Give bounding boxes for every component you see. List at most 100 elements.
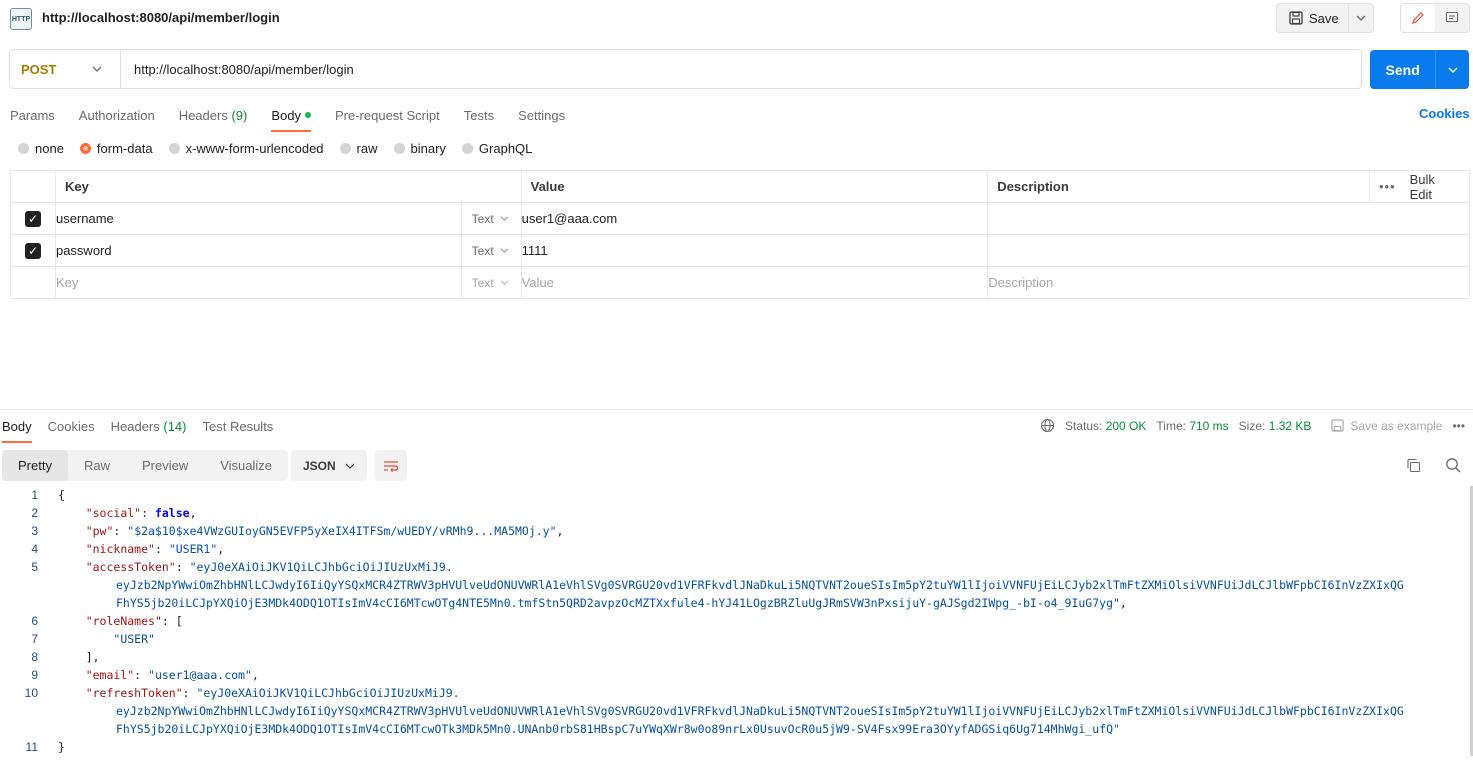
tab-params[interactable]: Params xyxy=(10,100,55,130)
tab-pre-request-script[interactable]: Pre-request Script xyxy=(335,100,440,130)
value-cell[interactable]: user1@aaa.com xyxy=(520,202,989,235)
response-divider[interactable] xyxy=(0,409,1473,410)
type-cell[interactable]: Text xyxy=(461,202,522,235)
row-checkbox[interactable]: ✓ xyxy=(24,210,41,227)
tab-tests[interactable]: Tests xyxy=(464,100,494,130)
edit-mode-button[interactable] xyxy=(1401,4,1435,32)
code-line: 7 "USER" xyxy=(0,630,1473,648)
response-tab-cookies[interactable]: Cookies xyxy=(48,412,95,440)
code-text: "social": false, xyxy=(58,504,197,522)
tab-settings[interactable]: Settings xyxy=(518,100,565,130)
row-checkbox[interactable]: ✓ xyxy=(24,242,41,259)
tab-label: Headers xyxy=(178,107,228,123)
value-input-placeholder[interactable]: Value xyxy=(520,266,989,299)
send-button[interactable]: Send xyxy=(1370,50,1435,89)
code-punct: , xyxy=(556,524,564,538)
value-cell[interactable]: 1111 xyxy=(520,234,989,267)
send-options-button[interactable] xyxy=(1435,50,1469,89)
bulk-edit-link[interactable]: Bulk Edit xyxy=(1410,172,1455,202)
type-cell[interactable]: Text xyxy=(460,234,522,267)
save-as-example-label: Save as example xyxy=(1350,418,1443,433)
line-number: 6 xyxy=(31,614,38,628)
line-number: 4 xyxy=(31,542,38,556)
chevron-down-icon xyxy=(500,280,508,285)
globe-icon[interactable] xyxy=(1040,418,1055,433)
json-value: "eyJ0eXAiOiJKV1QiLCJhbGciOiJIUzUxMiJ9. xyxy=(189,560,453,574)
documentation-mode-button[interactable] xyxy=(1435,4,1469,32)
save-as-example-button[interactable]: Save as example xyxy=(1331,419,1442,433)
json-key: "pw" xyxy=(85,524,114,538)
tab-headers[interactable]: Headers (9) xyxy=(179,100,248,130)
radio-binary[interactable]: binary xyxy=(393,141,446,156)
size-info[interactable]: Size: 1.32 KB xyxy=(1239,419,1312,433)
line-number: 1 xyxy=(31,488,38,502)
key-input-placeholder[interactable]: Key xyxy=(54,266,462,299)
http-request-icon: HTTP xyxy=(10,8,32,30)
method-select[interactable]: POST xyxy=(10,50,121,88)
code-text: "email": "user1@aaa.com", xyxy=(58,666,259,684)
view-raw[interactable]: Raw xyxy=(68,450,126,481)
tab-authorization[interactable]: Authorization xyxy=(79,100,155,130)
response-meta: Status: 200 OK Time: 710 ms Size: 1.32 K… xyxy=(1040,418,1465,433)
save-label: Save xyxy=(1309,10,1339,26)
tab-label: Body xyxy=(2,418,32,434)
wrap-lines-icon xyxy=(384,460,399,472)
line-number xyxy=(0,576,58,594)
radio-graphql[interactable]: GraphQL xyxy=(461,141,533,156)
view-pretty[interactable]: Pretty xyxy=(2,450,68,481)
json-value: FhYS5jb20iLCJpYXQiOjE3MDk4ODQ1OTIsImV4cC… xyxy=(116,722,1120,736)
search-icon[interactable] xyxy=(1445,457,1461,476)
description-cell[interactable] xyxy=(987,202,1470,235)
line-number: 2 xyxy=(31,506,38,520)
row-checkbox-cell: ✓ xyxy=(10,234,56,267)
response-body-code[interactable]: 1{2 "social": false, 3 "pw": "$2a$10$xe4V… xyxy=(0,486,1473,756)
url-input[interactable]: http://localhost:8080/api/member/login xyxy=(121,62,354,77)
code-line: 3 "pw": "$2a$10$xe4VWzGUIoyGN5EVFP5yXeIX… xyxy=(0,522,1473,540)
tab-body[interactable]: Body xyxy=(271,100,311,132)
line-number xyxy=(0,594,58,612)
radio-raw[interactable]: raw xyxy=(339,141,378,156)
more-options-icon[interactable]: ••• xyxy=(1379,179,1396,194)
response-tab-body[interactable]: Body xyxy=(2,412,32,443)
cookies-link[interactable]: Cookies xyxy=(1419,106,1470,121)
code-punct: : xyxy=(141,506,155,520)
url-bar: POST http://localhost:8080/api/member/lo… xyxy=(9,49,1362,89)
code-punct: : xyxy=(113,524,128,538)
view-visualize[interactable]: Visualize xyxy=(204,450,288,481)
description-input-placeholder[interactable]: Description xyxy=(987,266,1470,299)
radio-none[interactable]: none xyxy=(18,141,64,156)
radio-label: GraphQL xyxy=(478,141,533,156)
code-punct: } xyxy=(58,740,65,754)
view-preview[interactable]: Preview xyxy=(126,450,204,481)
time-info[interactable]: Time: 710 ms xyxy=(1156,419,1228,433)
request-title[interactable]: http://localhost:8080/api/member/login xyxy=(42,10,280,25)
code-line: eyJzb2NpYWwiOmZhbHNlLCJwdyI6IiQyYSQxMCR4… xyxy=(0,576,1473,594)
response-tab-test-results[interactable]: Test Results xyxy=(203,412,274,440)
format-select[interactable]: JSON xyxy=(291,450,367,481)
code-line: 6 "roleNames": [ xyxy=(0,612,1473,630)
copy-icon[interactable] xyxy=(1406,458,1421,476)
radio-x-www-form-urlencoded[interactable]: x-www-form-urlencoded xyxy=(168,141,324,156)
code-text: "roleNames": [ xyxy=(58,612,183,630)
key-cell[interactable]: username xyxy=(54,202,462,235)
table-row: ✓ username Text user1@aaa.com xyxy=(10,202,1470,235)
description-cell[interactable] xyxy=(987,234,1470,267)
wrap-lines-button[interactable] xyxy=(375,450,407,481)
response-tab-headers[interactable]: Headers (14) xyxy=(111,412,187,440)
code-line: 8 ], xyxy=(0,648,1473,666)
key-cell[interactable]: password xyxy=(54,234,462,267)
status-info[interactable]: Status: 200 OK xyxy=(1065,419,1146,433)
save-button[interactable]: Save xyxy=(1277,4,1348,32)
save-options-button[interactable] xyxy=(1348,4,1373,32)
response-tabs: Body Cookies Headers (14) Test Results xyxy=(2,412,274,443)
radio-label: form-data xyxy=(96,141,153,156)
code-text: "accessToken": "eyJ0eXAiOiJKV1QiLCJhbGci… xyxy=(58,558,453,576)
type-cell[interactable]: Text xyxy=(460,266,522,299)
radio-form-data[interactable]: form-data xyxy=(79,141,153,156)
chevron-down-icon xyxy=(500,248,508,253)
more-options-icon[interactable]: ••• xyxy=(1452,419,1465,433)
